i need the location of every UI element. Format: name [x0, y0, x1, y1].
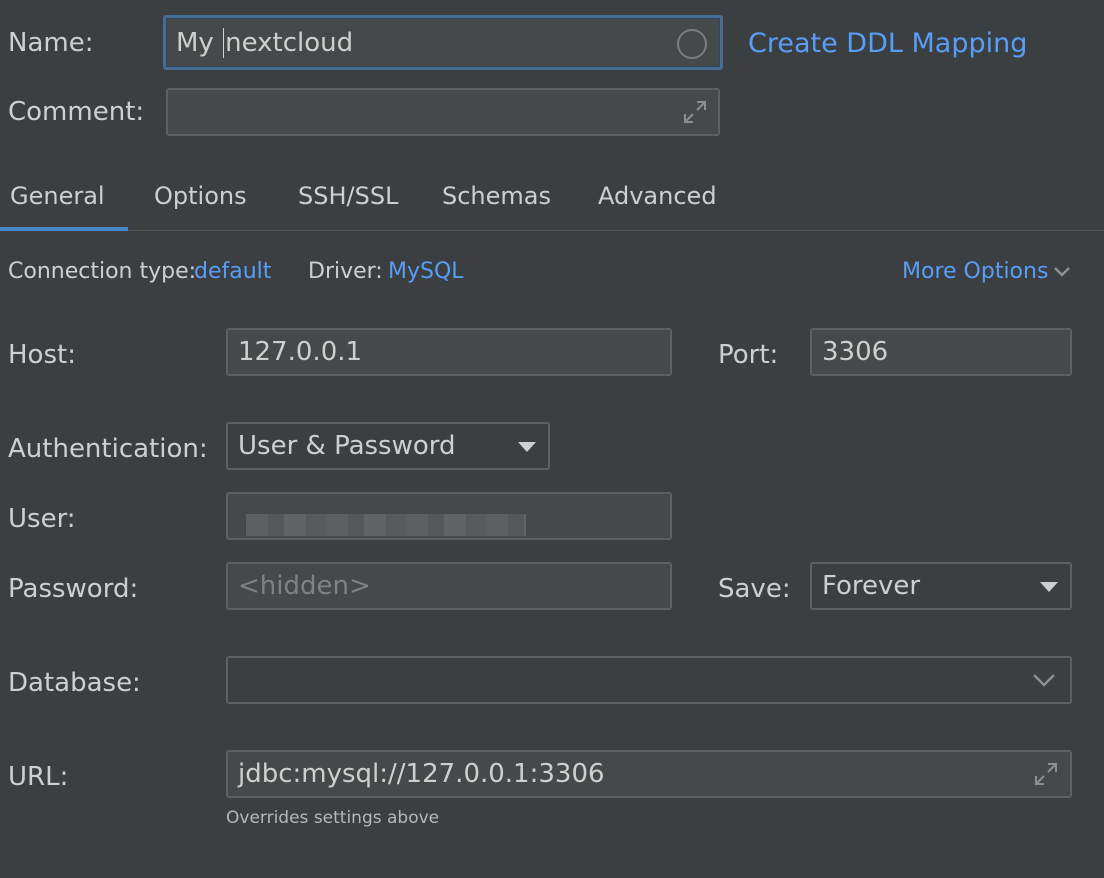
- text-cursor: [223, 27, 225, 58]
- create-ddl-mapping-link[interactable]: Create DDL Mapping: [748, 28, 1027, 59]
- save-select[interactable]: Forever: [810, 562, 1072, 610]
- password-label: Password:: [8, 574, 139, 604]
- name-input-suffix: nextcloud: [225, 27, 354, 58]
- save-value: Forever: [822, 571, 921, 601]
- loading-circle-icon: [677, 29, 707, 59]
- dropdown-arrow-icon: [518, 442, 536, 452]
- url-value: jdbc:mysql://127.0.0.1:3306: [238, 759, 605, 789]
- database-label: Database:: [8, 668, 141, 698]
- tab-ssh-ssl[interactable]: SSH/SSL: [298, 184, 398, 208]
- blurred-username: [246, 514, 526, 536]
- tab-general[interactable]: General: [10, 184, 105, 208]
- authentication-label: Authentication:: [8, 434, 208, 464]
- tab-advanced[interactable]: Advanced: [598, 184, 717, 208]
- name-label: Name:: [8, 28, 94, 58]
- url-input[interactable]: jdbc:mysql://127.0.0.1:3306: [226, 750, 1072, 798]
- tab-divider: [0, 230, 1104, 231]
- tab-schemas[interactable]: Schemas: [442, 184, 551, 208]
- user-label: User:: [8, 504, 76, 534]
- connection-type-link[interactable]: default: [194, 261, 271, 283]
- driver-link[interactable]: MySQL: [388, 261, 464, 283]
- active-tab-indicator: [0, 227, 128, 231]
- dropdown-arrow-icon: [1040, 582, 1058, 592]
- port-input[interactable]: 3306: [810, 328, 1072, 376]
- host-label: Host:: [8, 340, 76, 370]
- port-label: Port:: [718, 340, 779, 370]
- url-label: URL:: [8, 762, 69, 792]
- name-input-prefix: My: [176, 27, 223, 58]
- comment-input[interactable]: [166, 88, 720, 136]
- save-label: Save:: [718, 574, 791, 604]
- comment-label: Comment:: [8, 97, 145, 127]
- host-input[interactable]: 127.0.0.1: [226, 328, 672, 376]
- authentication-value: User & Password: [238, 431, 456, 461]
- more-options-link[interactable]: More Options: [902, 261, 1048, 283]
- password-input[interactable]: <hidden>: [226, 562, 672, 610]
- user-input[interactable]: [226, 492, 672, 540]
- tab-options[interactable]: Options: [154, 184, 247, 208]
- expand-icon[interactable]: [681, 98, 709, 126]
- authentication-select[interactable]: User & Password: [226, 422, 550, 470]
- chevron-down-icon: [1033, 674, 1055, 687]
- chevron-down-icon[interactable]: [1053, 265, 1071, 279]
- name-input[interactable]: My nextcloud: [163, 15, 723, 70]
- database-select[interactable]: [226, 656, 1072, 704]
- url-hint: Overrides settings above: [226, 808, 440, 828]
- connection-type-label: Connection type:: [8, 259, 197, 284]
- driver-label: Driver:: [308, 259, 383, 284]
- expand-icon[interactable]: [1032, 760, 1060, 788]
